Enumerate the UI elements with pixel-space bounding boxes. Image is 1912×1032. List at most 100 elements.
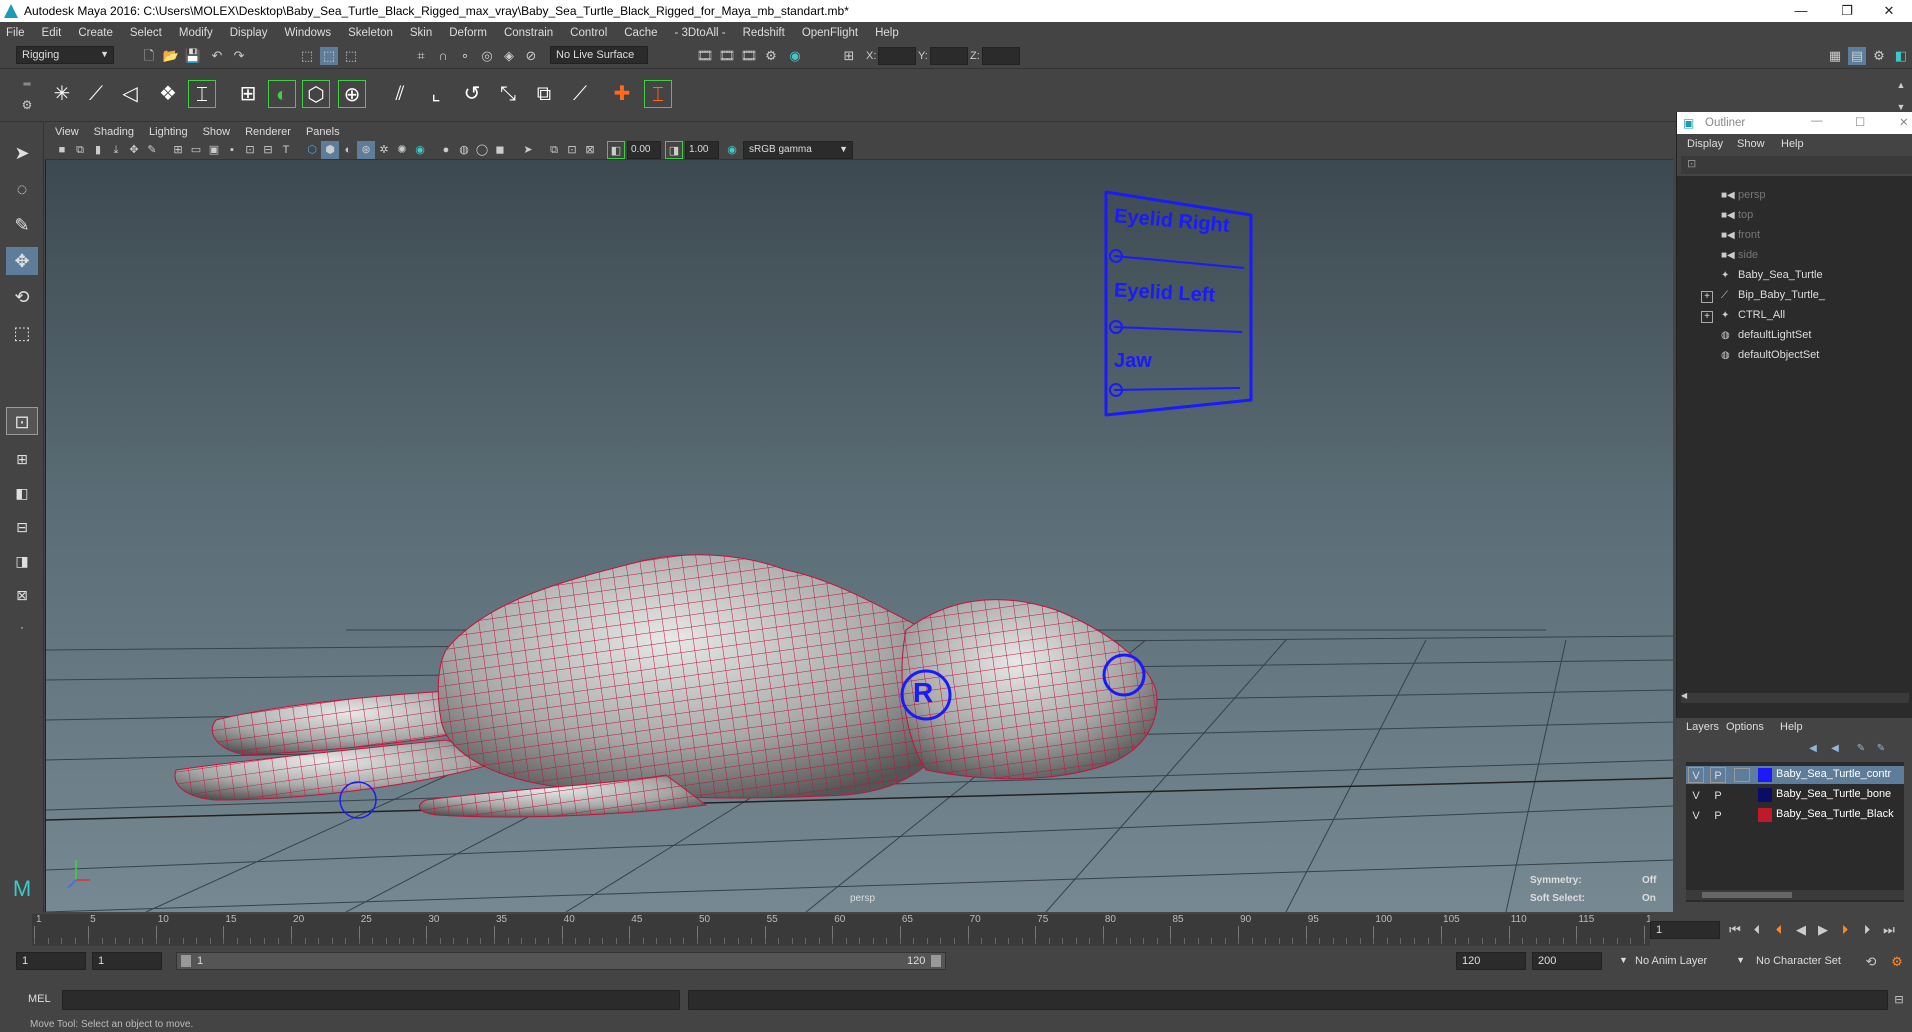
new-scene-icon[interactable]: 🗋	[140, 47, 158, 65]
xray-icon[interactable]: ⧉	[545, 141, 563, 159]
outliner-item-default-object-set[interactable]: ◍ defaultObjectSet	[1721, 349, 1819, 367]
expand-icon[interactable]: +	[1701, 311, 1713, 323]
menu-skeleton[interactable]: Skeleton	[348, 27, 393, 39]
layer-color-swatch[interactable]	[1758, 788, 1772, 802]
anim-layer-dropdown[interactable]: ▼ No Anim Layer ▼	[1619, 952, 1745, 970]
outliner-close-icon[interactable]: ✕	[1899, 115, 1909, 129]
outliner-item-side[interactable]: ■◀ side	[1721, 249, 1758, 267]
gamma-icon[interactable]: ◨	[665, 141, 683, 159]
ipr-render-icon[interactable]: 🎞	[740, 47, 758, 65]
scale-tool-icon[interactable]: ⬚	[6, 319, 38, 347]
point-constraint-icon[interactable]: ⫽	[386, 80, 414, 108]
layer-row-bones[interactable]: V P Baby_Sea_Turtle_bone	[1686, 786, 1904, 804]
select-tool-icon[interactable]: ➤	[6, 139, 38, 167]
layer-color-swatch[interactable]	[1758, 768, 1772, 782]
depth-of-field-icon[interactable]: ◼	[491, 141, 509, 159]
menuset-dropdown[interactable]: Rigging ▼	[16, 46, 114, 64]
step-forward-icon[interactable]: ⏵	[1858, 921, 1876, 939]
safe-title-icon[interactable]: T	[277, 141, 295, 159]
select-object-icon[interactable]: ⬚	[320, 47, 338, 65]
menu-file[interactable]: File	[6, 27, 25, 39]
viewport-menu-show[interactable]: Show	[203, 126, 231, 138]
outliner-tree[interactable]: ■◀ persp ■◀ top ■◀ front ■◀ side ✦ Baby_Sea_T…	[1677, 176, 1912, 808]
outliner-item-baby-sea-turtle[interactable]: ✦ Baby_Sea_Turtle	[1721, 269, 1823, 287]
film-gate-icon[interactable]: ▭	[187, 141, 205, 159]
layer-menu-help[interactable]: Help	[1780, 721, 1803, 733]
select-component-icon[interactable]: ⬚	[342, 47, 360, 65]
exposure-field[interactable]: 0.00	[627, 141, 661, 159]
range-start-handle[interactable]	[181, 955, 191, 967]
step-back-icon[interactable]: ⏴	[1748, 921, 1766, 939]
tool-settings-icon[interactable]: ◧	[1892, 47, 1910, 65]
restore-button[interactable]: ❐	[1824, 0, 1870, 22]
reference-toggle[interactable]	[1734, 768, 1750, 782]
locator-icon[interactable]: ✚	[608, 80, 636, 108]
playback-end-field[interactable]: 120	[1456, 952, 1526, 970]
range-end-handle[interactable]	[931, 955, 941, 967]
wireframe-on-shaded-icon[interactable]: ⊛	[357, 141, 375, 159]
symmetry-constraint-icon[interactable]: ⌶	[644, 80, 672, 108]
menu-display[interactable]: Display	[230, 27, 268, 39]
hypershade-layout-icon[interactable]: ⊠	[6, 581, 38, 609]
new-layer-selected-icon[interactable]: ✎	[1872, 740, 1890, 758]
modeling-toolkit-icon[interactable]: ▦	[1826, 47, 1844, 65]
snap-point-icon[interactable]: ∘	[456, 47, 474, 65]
outliner-item-top[interactable]: ■◀ top	[1721, 209, 1753, 227]
visibility-toggle[interactable]: V	[1688, 767, 1704, 783]
ik-spline-icon[interactable]: ◁	[116, 80, 144, 108]
outliner-item-bip-baby-turtle[interactable]: + ⟋ Bip_Baby_Turtle_	[1701, 289, 1825, 307]
menu-constrain[interactable]: Constrain	[504, 27, 553, 39]
y-coord-field[interactable]	[930, 47, 968, 65]
command-language-label[interactable]: MEL	[28, 993, 51, 1005]
menu-openflight[interactable]: OpenFlight	[802, 27, 858, 39]
layer-color-swatch[interactable]	[1758, 808, 1772, 822]
exposure-icon[interactable]: ◧	[607, 141, 625, 159]
menu-3dtoall[interactable]: - 3DtoAll -	[675, 27, 726, 39]
outliner-menu-display[interactable]: Display	[1687, 138, 1723, 150]
select-hierarchy-icon[interactable]: ⬚	[298, 47, 316, 65]
transform-mode-icon[interactable]: ⊞	[840, 47, 858, 65]
textured-icon[interactable]: ✲	[375, 141, 393, 159]
menu-create[interactable]: Create	[78, 27, 113, 39]
menu-cache[interactable]: Cache	[624, 27, 657, 39]
wrap-deformer-icon[interactable]: ⬡	[302, 80, 330, 108]
step-back-key-icon[interactable]: ⏴	[1770, 921, 1788, 939]
persp-graph-layout-icon[interactable]: ⊟	[6, 513, 38, 541]
animation-start-field[interactable]: 1	[16, 952, 86, 970]
shelf-scroll-up-icon[interactable]: ▲	[1892, 76, 1910, 94]
layer-horizontal-scrollbar[interactable]	[1686, 890, 1904, 900]
shelf-settings-icon[interactable]: ⚙	[18, 96, 36, 114]
go-to-end-icon[interactable]: ⏭	[1880, 921, 1898, 939]
script-editor-icon[interactable]: ⊟	[1890, 991, 1908, 1009]
move-tool-icon[interactable]: ✥	[6, 247, 38, 275]
parent-constraint-icon[interactable]: ⧉	[530, 80, 558, 108]
menu-help[interactable]: Help	[875, 27, 899, 39]
render-view-icon[interactable]: 🎞	[696, 47, 714, 65]
outliner-menu-help[interactable]: Help	[1781, 138, 1804, 150]
layer-row-controls[interactable]: V P Baby_Sea_Turtle_contr	[1686, 766, 1904, 784]
pole-vector-icon[interactable]: ⟋	[566, 80, 594, 108]
playback-toggle[interactable]: P	[1710, 787, 1726, 803]
play-backward-icon[interactable]: ◀	[1792, 921, 1810, 939]
menu-skin[interactable]: Skin	[410, 27, 432, 39]
joint-tool-icon[interactable]: ✳	[48, 80, 76, 108]
gamma-field[interactable]: 1.00	[685, 141, 719, 159]
anti-aliasing-icon[interactable]: ◯	[473, 141, 491, 159]
view-transform-dropdown[interactable]: sRGB gamma ▼	[743, 141, 853, 159]
2d-pan-zoom-icon[interactable]: ✥	[125, 141, 143, 159]
menu-modify[interactable]: Modify	[179, 27, 213, 39]
playback-start-field[interactable]: 1	[92, 952, 162, 970]
layer-menu-options[interactable]: Options	[1726, 721, 1764, 733]
backface-culling-icon[interactable]: ⊠	[581, 141, 599, 159]
snap-view-icon[interactable]: ◎	[478, 47, 496, 65]
shadows-icon[interactable]: ◉	[411, 141, 429, 159]
new-layer-icon[interactable]: ✎	[1852, 740, 1870, 758]
field-chart-icon[interactable]: ⊡	[241, 141, 259, 159]
outliner-item-default-light-set[interactable]: ◍ defaultLightSet	[1721, 329, 1811, 347]
outliner-item-persp[interactable]: ■◀ persp	[1721, 189, 1766, 207]
use-all-lights-icon[interactable]: ✺	[393, 141, 411, 159]
current-frame-field[interactable]: 1	[1650, 921, 1720, 939]
redo-icon[interactable]: ↷	[230, 47, 248, 65]
make-live-icon[interactable]: ⊘	[522, 47, 540, 65]
command-input[interactable]	[62, 990, 680, 1010]
